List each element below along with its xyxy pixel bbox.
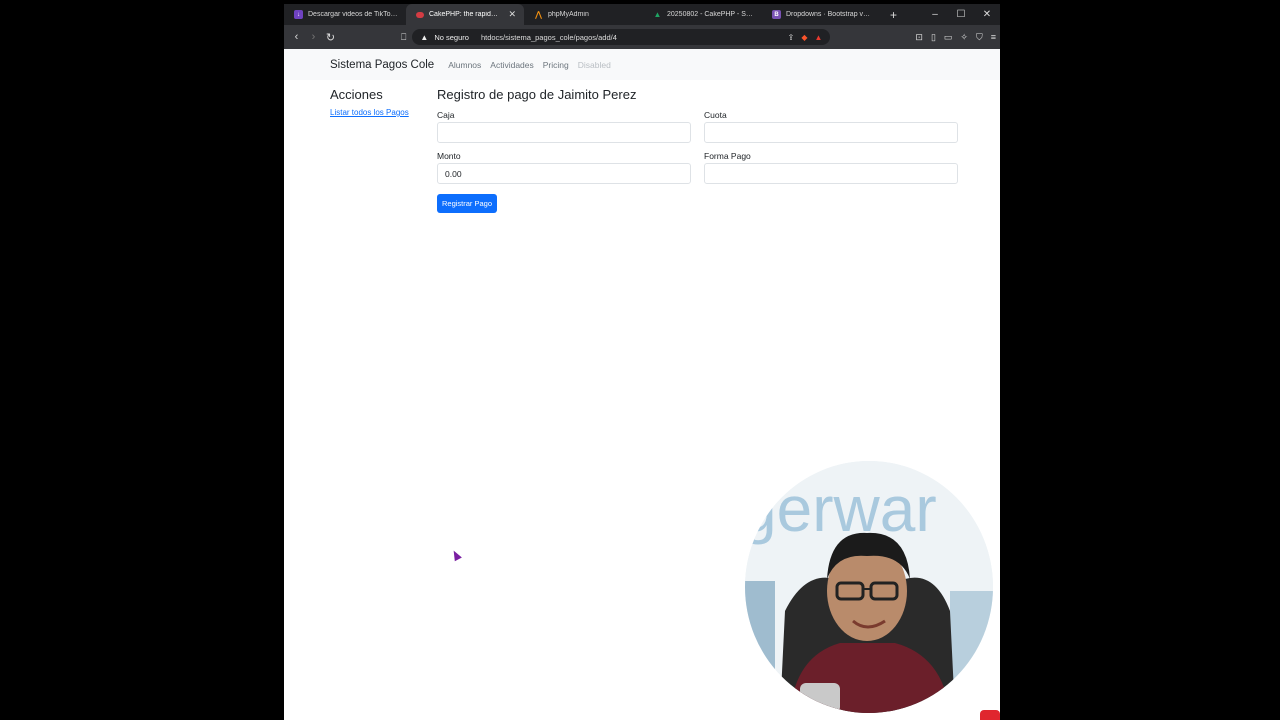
tab-label: phpMyAdmin: [548, 11, 589, 18]
webcam-overlay: gerwar: [745, 461, 993, 713]
tab-strip: ↓ Descargar videos de TikTok sin CakePHP…: [284, 4, 1000, 25]
browser-toolbar: ‹ › ↻ ⎕ ▲ No seguro htdocs/sistema_pagos…: [284, 25, 1000, 49]
page-title: Registro de pago de Jaimito Perez: [437, 87, 637, 102]
forma-pago-input[interactable]: [704, 163, 958, 184]
phpmyadmin-icon: ⋀: [535, 10, 542, 19]
new-tab-icon[interactable]: +: [880, 8, 907, 22]
warning-icon: ▲: [420, 32, 429, 42]
monto-input[interactable]: 0.00: [437, 163, 691, 184]
caja-field: Caja: [437, 110, 691, 143]
security-label[interactable]: No seguro: [434, 33, 469, 42]
nav-link-alumnos[interactable]: Alumnos: [448, 60, 481, 70]
window-controls: – ☐ ✕: [922, 9, 1000, 20]
nav-link-disabled: Disabled: [577, 59, 611, 70]
cuota-input[interactable]: [704, 122, 958, 143]
payment-form: Registro de pago de Jaimito Perez Caja C…: [437, 87, 967, 213]
tab-phpmyadmin[interactable]: ⋀ phpMyAdmin: [524, 4, 643, 25]
caja-label: Caja: [437, 110, 455, 120]
forward-icon[interactable]: ›: [305, 31, 322, 43]
nav-link-pricing[interactable]: Pricing: [543, 60, 569, 70]
download-icon: ↓: [294, 10, 303, 19]
back-icon[interactable]: ‹: [288, 31, 305, 43]
tab-label: CakePHP: the rapid develo: [429, 11, 499, 18]
forma-pago-label: Forma Pago: [704, 151, 751, 161]
tab-drive[interactable]: ▲ 20250802 - CakePHP - Sistema: [643, 4, 762, 25]
address-bar[interactable]: ▲ No seguro htdocs/sistema_pagos_cole/pa…: [412, 29, 831, 45]
brave-rewards-icon[interactable]: ▲: [814, 33, 822, 42]
tab-label: 20250802 - CakePHP - Sistema: [667, 11, 754, 18]
vpn-icon[interactable]: ⛉: [976, 32, 983, 43]
close-tab-icon[interactable]: ✕: [508, 9, 516, 20]
bootstrap-icon: B: [772, 10, 781, 19]
screenshot-icon[interactable]: ⊡: [915, 32, 923, 43]
sidebar-heading: Acciones: [330, 87, 383, 102]
cuota-field: Cuota: [704, 110, 958, 143]
app-navbar: Sistema Pagos Cole Alumnos Actividades P…: [284, 49, 1000, 80]
brave-shield-icon[interactable]: ◆: [801, 33, 807, 42]
actions-sidebar: Acciones Listar todos los Pagos: [330, 87, 430, 117]
forma-pago-field: Forma Pago: [704, 151, 958, 184]
reload-icon[interactable]: ↻: [322, 31, 339, 44]
cuota-label: Cuota: [704, 110, 727, 120]
monto-field: Monto 0.00: [437, 151, 691, 184]
submit-payment-button[interactable]: Registrar Pago: [437, 194, 498, 213]
channel-badge: [980, 710, 1000, 720]
caja-input[interactable]: [437, 122, 691, 143]
tab-tiktok[interactable]: ↓ Descargar videos de TikTok sin: [284, 4, 406, 25]
tab-label: Descargar videos de TikTok sin: [308, 11, 398, 18]
tab-cakephp[interactable]: CakePHP: the rapid develo ✕: [406, 4, 524, 25]
sidebar-icon[interactable]: ▯: [931, 32, 936, 43]
minimize-icon[interactable]: –: [922, 9, 948, 20]
url-text[interactable]: htdocs/sistema_pagos_cole/pagos/add/4: [481, 33, 617, 42]
tab-label: Dropdowns · Bootstrap v5.3: [786, 11, 872, 18]
close-window-icon[interactable]: ✕: [974, 9, 1000, 20]
nav-link-actividades[interactable]: Actividades: [490, 60, 533, 70]
bookmark-icon[interactable]: ⎕: [401, 32, 406, 43]
cakephp-icon: [416, 11, 424, 18]
monto-label: Monto: [437, 151, 461, 161]
share-icon[interactable]: ⇪: [788, 33, 795, 42]
presenter-image: gerwar: [745, 461, 993, 713]
navbar-brand[interactable]: Sistema Pagos Cole: [330, 59, 434, 71]
list-payments-link[interactable]: Listar todos los Pagos: [330, 108, 430, 117]
tab-bootstrap[interactable]: B Dropdowns · Bootstrap v5.3: [762, 4, 880, 25]
maximize-icon[interactable]: ☐: [948, 9, 974, 20]
leo-ai-icon[interactable]: ✧: [960, 32, 968, 43]
drive-icon: ▲: [653, 10, 662, 19]
wallet-icon[interactable]: ▭: [944, 32, 953, 43]
menu-icon[interactable]: ≡: [991, 32, 996, 43]
